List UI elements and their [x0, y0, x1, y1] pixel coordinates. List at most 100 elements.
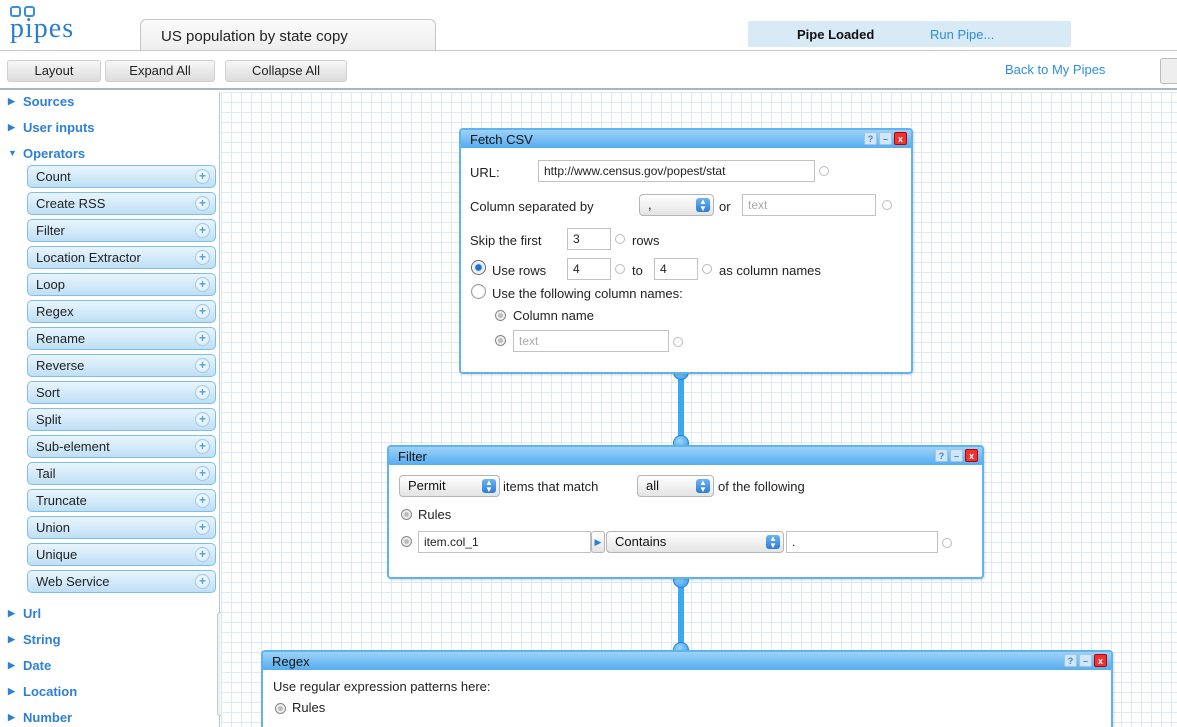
- category-url[interactable]: ▶ Url: [8, 604, 41, 622]
- add-module-icon[interactable]: +: [195, 547, 210, 562]
- operator-sort[interactable]: Sort +: [27, 381, 216, 404]
- collapse-all-button[interactable]: Collapse All: [225, 60, 347, 82]
- add-module-icon[interactable]: +: [195, 304, 210, 319]
- operator-label: Sort: [36, 385, 60, 400]
- operator-rename[interactable]: Rename +: [27, 327, 216, 350]
- editor-canvas[interactable]: Fetch CSV ? – x URL: http://www.census.g…: [221, 92, 1177, 727]
- add-module-icon[interactable]: +: [195, 385, 210, 400]
- operator-create-rss[interactable]: Create RSS +: [27, 192, 216, 215]
- add-module-icon[interactable]: +: [195, 196, 210, 211]
- minimize-icon[interactable]: –: [879, 132, 892, 145]
- help-icon[interactable]: ?: [864, 132, 877, 145]
- add-module-icon[interactable]: +: [195, 223, 210, 238]
- operator-count[interactable]: Count +: [27, 165, 216, 188]
- module-title: Regex: [272, 654, 310, 669]
- skip-input[interactable]: 3: [567, 228, 611, 250]
- category-string[interactable]: ▶ String: [8, 630, 61, 648]
- separator-terminal[interactable]: [882, 200, 892, 210]
- minimize-icon[interactable]: –: [1079, 654, 1092, 667]
- category-date[interactable]: ▶ Date: [8, 656, 51, 674]
- category-location[interactable]: ▶ Location: [8, 682, 77, 700]
- layout-button[interactable]: Layout: [7, 60, 101, 82]
- row-from-input[interactable]: 4: [567, 258, 611, 280]
- rule-value-terminal[interactable]: [942, 538, 952, 548]
- add-module-icon[interactable]: +: [195, 520, 210, 535]
- operator-location-extractor[interactable]: Location Extractor +: [27, 246, 216, 269]
- operator-regex[interactable]: Regex +: [27, 300, 216, 323]
- use-rows-radio[interactable]: [471, 260, 486, 275]
- category-label: Sources: [23, 93, 75, 109]
- column-name-bullet-icon[interactable]: [495, 310, 506, 321]
- close-icon[interactable]: x: [894, 132, 907, 145]
- operator-unique[interactable]: Unique +: [27, 543, 216, 566]
- help-icon[interactable]: ?: [935, 449, 948, 462]
- of-following-label: of the following: [718, 479, 805, 494]
- status-text: Pipe Loaded: [797, 27, 875, 42]
- add-module-icon[interactable]: +: [195, 412, 210, 427]
- minimize-icon[interactable]: –: [950, 449, 963, 462]
- operator-filter[interactable]: Filter +: [27, 219, 216, 242]
- separator-text-input[interactable]: text: [742, 194, 876, 216]
- use-following-radio[interactable]: [471, 284, 486, 299]
- category-operators[interactable]: ▼ Operators: [8, 144, 85, 162]
- permit-select[interactable]: Permit ▲ ▼: [399, 475, 500, 497]
- back-to-my-pipes-link[interactable]: Back to My Pipes: [1005, 62, 1105, 77]
- add-module-icon[interactable]: +: [195, 466, 210, 481]
- row-to-input[interactable]: 4: [654, 258, 698, 280]
- operator-reverse[interactable]: Reverse +: [27, 354, 216, 377]
- add-module-icon[interactable]: +: [195, 169, 210, 184]
- pipe-name-tab[interactable]: US population by state copy: [140, 19, 436, 50]
- add-module-icon[interactable]: +: [195, 331, 210, 346]
- rule-field-input[interactable]: item.col_1: [418, 531, 591, 553]
- operator-label: Tail: [36, 466, 56, 481]
- field-picker-arrow-icon[interactable]: ▶: [591, 531, 605, 553]
- row-from-terminal[interactable]: [615, 264, 625, 274]
- operator-tail[interactable]: Tail +: [27, 462, 216, 485]
- url-input[interactable]: http://www.census.gov/popest/stat: [538, 160, 815, 182]
- add-module-icon[interactable]: +: [195, 277, 210, 292]
- add-module-icon[interactable]: +: [195, 250, 210, 265]
- pipes-logo[interactable]: pipes: [8, 6, 74, 44]
- row-to-terminal[interactable]: [702, 264, 712, 274]
- rules-bullet-icon[interactable]: [401, 509, 412, 520]
- close-icon[interactable]: x: [1094, 654, 1107, 667]
- pipe-name[interactable]: US population by state copy: [161, 28, 348, 45]
- operator-split[interactable]: Split +: [27, 408, 216, 431]
- add-module-icon[interactable]: +: [195, 493, 210, 508]
- rule-bullet-icon[interactable]: [401, 536, 412, 547]
- add-module-icon[interactable]: +: [195, 439, 210, 454]
- module-title-bar[interactable]: Filter ? – x: [389, 447, 982, 465]
- column-entry-bullet-icon[interactable]: [495, 335, 506, 346]
- skip-terminal[interactable]: [615, 234, 625, 244]
- operator-union[interactable]: Union +: [27, 516, 216, 539]
- add-module-icon[interactable]: +: [195, 358, 210, 373]
- rule-value-input[interactable]: .: [786, 531, 938, 553]
- category-sources[interactable]: ▶ Sources: [8, 92, 74, 110]
- help-icon[interactable]: ?: [1064, 654, 1077, 667]
- regex-module[interactable]: Regex ? – x Use regular expression patte…: [261, 650, 1113, 727]
- column-name-terminal[interactable]: [673, 337, 683, 347]
- separator-select[interactable]: , ▲ ▼: [639, 194, 714, 216]
- operator-sub-element[interactable]: Sub-element +: [27, 435, 216, 458]
- rules-bullet-icon[interactable]: [275, 703, 286, 714]
- rule-operator-select[interactable]: Contains ▲ ▼: [606, 531, 784, 553]
- operator-label: Split: [36, 412, 62, 427]
- column-name-input[interactable]: text: [513, 330, 669, 352]
- module-title-bar[interactable]: Fetch CSV ? – x: [461, 130, 911, 148]
- or-label: or: [719, 199, 731, 214]
- close-icon[interactable]: x: [965, 449, 978, 462]
- match-select[interactable]: all ▲ ▼: [637, 475, 714, 497]
- fetch-csv-module[interactable]: Fetch CSV ? – x URL: http://www.census.g…: [459, 128, 913, 374]
- filter-module[interactable]: Filter ? – x Permit ▲ ▼ items that match a…: [387, 445, 984, 579]
- run-pipe-link[interactable]: Run Pipe...: [930, 27, 994, 42]
- url-terminal[interactable]: [819, 166, 829, 176]
- expand-all-button[interactable]: Expand All: [105, 60, 215, 82]
- operator-loop[interactable]: Loop +: [27, 273, 216, 296]
- category-user-inputs[interactable]: ▶ User inputs: [8, 118, 95, 136]
- operator-truncate[interactable]: Truncate +: [27, 489, 216, 512]
- operator-web-service[interactable]: Web Service +: [27, 570, 216, 593]
- module-title-bar[interactable]: Regex ? – x: [263, 652, 1111, 670]
- toolbar-extra-button[interactable]: [1160, 58, 1177, 84]
- category-number[interactable]: ▶ Number: [8, 708, 72, 726]
- add-module-icon[interactable]: +: [195, 574, 210, 589]
